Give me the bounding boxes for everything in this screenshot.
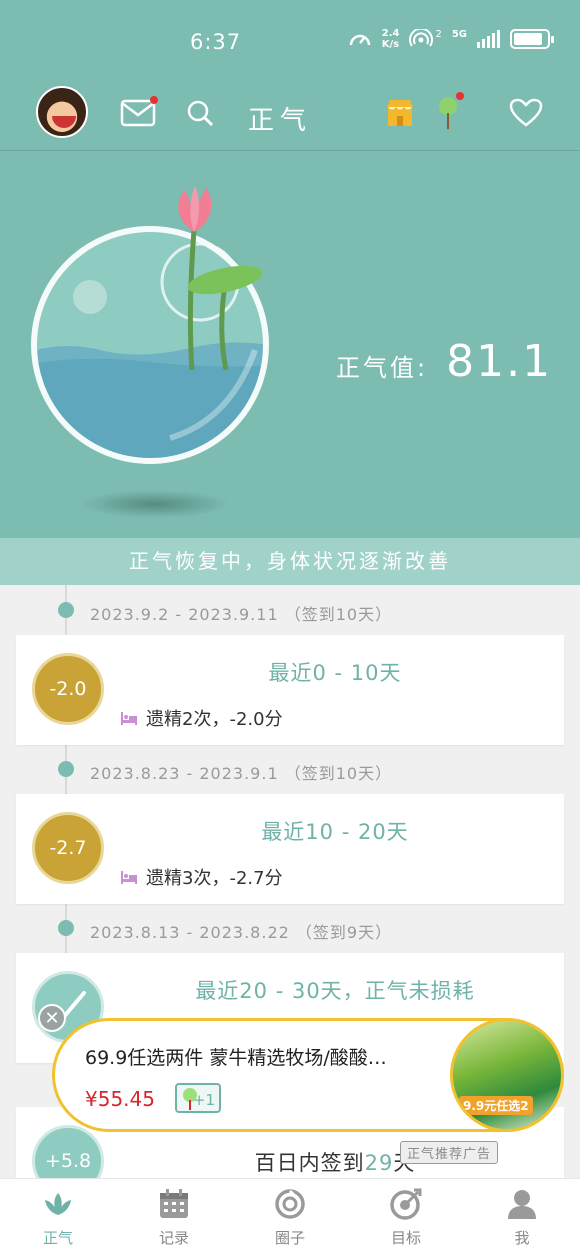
score-value: 81.1 (446, 336, 553, 387)
checkin-prefix: 百日内签到 (254, 1151, 365, 1175)
status-icons: 2.4 K/s 2 5G (348, 28, 554, 50)
status-time: 6:37 (190, 30, 242, 54)
nav-label: 目标 (390, 1229, 421, 1247)
score-label: 正气值: (336, 354, 429, 382)
timeline-dot (58, 920, 74, 936)
timeline-dot (58, 602, 74, 618)
nav-item-circle[interactable]: 圈子 (232, 1179, 348, 1257)
nav-label: 正气 (42, 1229, 73, 1247)
nav-label: 记录 (158, 1229, 189, 1247)
calendar-icon (160, 1189, 188, 1218)
network-label: 5G (451, 28, 467, 40)
tree-icon[interactable] (430, 92, 466, 130)
period-detail: 遗精2次，-2.0分 (120, 705, 283, 731)
ad-popup[interactable]: 69.9任选两件 蒙牛精选牧场/酸酸… ¥55.45 +1 9.9元任选2 (52, 1018, 564, 1132)
battery-icon (510, 29, 554, 49)
period-detail: 遗精3次，-2.7分 (120, 864, 283, 890)
close-icon[interactable]: ✕ (38, 1004, 66, 1032)
nav-label: 我 (514, 1229, 530, 1247)
period-detail-text: 遗精2次，-2.0分 (146, 709, 283, 730)
period-title: 最近20 - 30天，正气未损耗 (195, 979, 475, 1003)
bowl-shadow (80, 490, 230, 518)
notification-dot (456, 92, 464, 100)
ad-image-label: 9.9元任选2 (459, 1096, 533, 1115)
period-card[interactable]: -2.7 最近10 - 20天 遗精3次，-2.7分 (16, 794, 564, 904)
status-banner: 正气恢复中，身体状况逐渐改善 (0, 538, 580, 585)
header-divider (0, 150, 580, 151)
period-card[interactable]: -2.0 最近0 - 10天 遗精2次，-2.0分 (16, 635, 564, 745)
timeline-dot (58, 761, 74, 777)
user-icon (508, 1190, 536, 1219)
bottom-nav: 正气 记录 圈子 目标 我 (0, 1178, 580, 1257)
target-icon (390, 1188, 422, 1220)
status-bar: 6:37 2.4 K/s 2 5G (0, 0, 580, 80)
timeline-date: 2023.8.23 - 2023.9.1 （签到10天） (90, 764, 393, 783)
lotus-bowl-icon (31, 186, 269, 464)
score-display: 正气值: 81.1 (336, 336, 552, 387)
nav-label: 圈子 (274, 1229, 305, 1247)
score-badge: -2.0 (32, 653, 104, 725)
sapling-icon (183, 1088, 197, 1110)
header: 正气 (0, 82, 580, 148)
period-title: 最近10 - 20天 (261, 820, 409, 844)
checkin-days: 29 (364, 1151, 394, 1175)
hotspot-icon (409, 29, 434, 47)
net-speed: 2.4 K/s (382, 28, 400, 50)
ad-title: 69.9任选两件 蒙牛精选牧场/酸酸… (85, 1047, 387, 1069)
signal-icon (477, 30, 500, 48)
sim-label: 2 (435, 28, 442, 40)
hero-section: 6:37 2.4 K/s 2 5G 正气 正气值: 81.1 正气恢复中，身体状… (0, 0, 580, 585)
shop-icon[interactable] (382, 96, 418, 130)
timeline-date: 2023.9.2 - 2023.9.11 （签到10天） (90, 605, 393, 624)
ad-price: ¥55.45 (85, 1087, 155, 1111)
circle-icon (275, 1189, 305, 1219)
timeline-date: 2023.8.13 - 2023.8.22 （签到9天） (90, 923, 393, 942)
speedometer-icon (349, 34, 370, 46)
period-detail-text: 遗精3次，-2.7分 (146, 868, 283, 889)
bed-icon (121, 712, 137, 725)
ad-label: 正气推荐广告 (400, 1141, 499, 1164)
bed-icon (121, 871, 137, 884)
page-title: 正气 (0, 100, 580, 137)
nav-item-me[interactable]: 我 (464, 1179, 580, 1257)
nav-item-zhengqi[interactable]: 正气 (0, 1179, 116, 1257)
net-speed-unit: K/s (381, 39, 400, 50)
score-badge: -2.7 (32, 812, 104, 884)
ad-product-image[interactable]: 9.9元任选2 (450, 1018, 564, 1132)
net-speed-value: 2.4 (381, 28, 400, 39)
heart-icon[interactable] (508, 96, 544, 130)
lotus-bowl-illustration (20, 170, 290, 530)
nav-item-goals[interactable]: 目标 (348, 1179, 464, 1257)
period-title: 最近0 - 10天 (268, 661, 402, 685)
ad-plus-button[interactable]: +1 (175, 1083, 221, 1113)
page-title-text: 正气 (247, 106, 312, 136)
nav-item-records[interactable]: 记录 (116, 1179, 232, 1257)
lotus-icon (45, 1193, 71, 1215)
